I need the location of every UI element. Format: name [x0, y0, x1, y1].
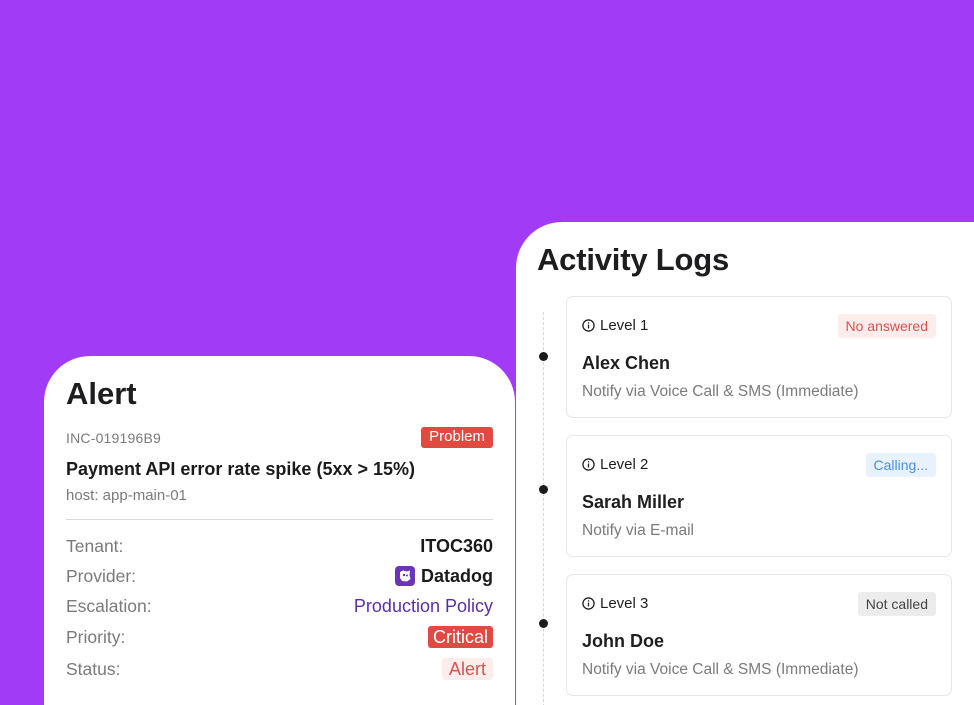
- problem-badge: Problem: [421, 427, 493, 448]
- datadog-icon: [395, 566, 415, 586]
- level-header: Level 1: [582, 317, 648, 334]
- alert-headline: Payment API error rate spike (5xx > 15%): [66, 459, 416, 479]
- detail-row-escalation: Escalation: Production Policy: [66, 593, 493, 619]
- alert-title: Alert: [66, 376, 137, 411]
- incident-id: INC-019196B9: [66, 430, 162, 446]
- notify-method: Notify via Voice Call & SMS (Immediate): [582, 661, 859, 678]
- activity-logs-panel: Activity Logs Level 1 No answered Alex C…: [516, 222, 974, 705]
- detail-row-status: Status: Alert: [66, 656, 493, 682]
- level-label: Level 1: [600, 317, 649, 334]
- detail-row-provider: Provider: Datadog: [66, 563, 493, 589]
- detail-row-tenant: Tenant: ITOC360: [66, 533, 493, 559]
- level-label: Level 3: [600, 595, 649, 612]
- timeline-dot-level-1: [539, 352, 548, 361]
- level-header: Level 2: [582, 456, 648, 473]
- notify-method: Notify via E-mail: [582, 522, 694, 539]
- alert-panel: Alert INC-019196B9 Problem Payment API e…: [44, 356, 515, 705]
- detail-row-priority: Priority: Critical: [66, 624, 493, 650]
- detail-label: Provider:: [66, 565, 137, 586]
- timeline-dot-level-2: [539, 485, 548, 494]
- activity-logs-title: Activity Logs: [537, 242, 730, 277]
- status-badge: Calling...: [865, 453, 936, 477]
- detail-label: Escalation:: [66, 595, 152, 616]
- level-card-2[interactable]: Level 2 Calling... Sarah Miller Notify v…: [566, 435, 952, 557]
- info-icon: [582, 458, 595, 471]
- timeline-line: [543, 312, 544, 705]
- timeline-dot-level-3: [539, 619, 548, 628]
- detail-label: Status:: [66, 658, 121, 679]
- responder-name: Sarah Miller: [582, 492, 685, 512]
- detail-label: Tenant:: [66, 535, 124, 556]
- priority-badge: Critical: [427, 626, 493, 648]
- provider-value: Datadog: [421, 565, 493, 586]
- alert-host: host: app-main-01: [66, 487, 187, 504]
- status-badge: Alert: [441, 658, 493, 680]
- divider: [66, 519, 493, 520]
- responder-name: Alex Chen: [582, 353, 671, 373]
- level-card-1[interactable]: Level 1 No answered Alex Chen Notify via…: [566, 296, 952, 418]
- level-card-3[interactable]: Level 3 Not called John Doe Notify via V…: [566, 574, 952, 696]
- level-header: Level 3: [582, 595, 648, 612]
- escalation-policy-link[interactable]: Production Policy: [354, 596, 493, 617]
- provider-value-wrap: Datadog: [395, 566, 493, 587]
- stage: Activity Logs Level 1 No answered Alex C…: [0, 0, 974, 705]
- info-icon: [582, 597, 595, 610]
- status-badge: Not called: [857, 592, 936, 616]
- info-icon: [582, 319, 595, 332]
- notify-method: Notify via Voice Call & SMS (Immediate): [582, 383, 859, 400]
- responder-name: John Doe: [582, 631, 665, 651]
- tenant-value: ITOC360: [420, 535, 493, 556]
- status-badge: No answered: [837, 314, 936, 338]
- detail-label: Priority:: [66, 626, 126, 647]
- level-label: Level 2: [600, 456, 649, 473]
